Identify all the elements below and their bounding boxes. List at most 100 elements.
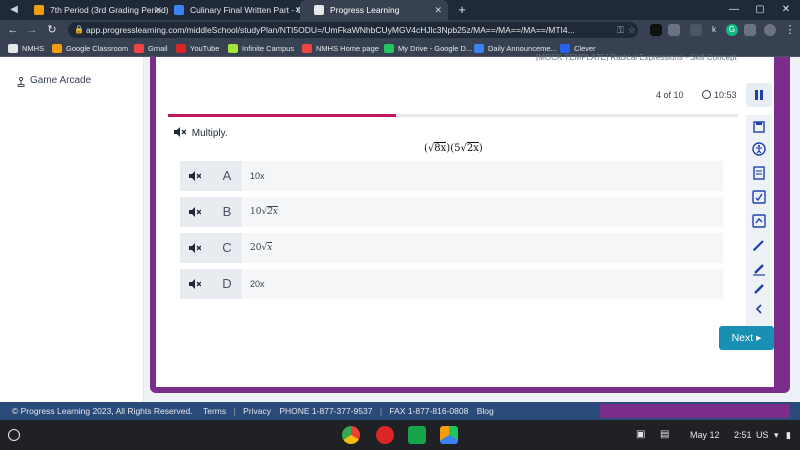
highlighter-icon[interactable] [751, 261, 767, 277]
extension-icon[interactable] [668, 24, 680, 36]
bookmark-star-icon[interactable]: ☆ [628, 22, 636, 38]
bookmark-google-classroom[interactable]: Google Classroom [52, 40, 128, 57]
campus-icon [228, 44, 238, 53]
date-text[interactable]: May 12 [690, 420, 720, 450]
answer-option-d[interactable]: D 20x [180, 269, 723, 299]
classroom-favicon-icon [34, 5, 44, 15]
locale-text[interactable]: US [756, 420, 769, 450]
joystick-icon [17, 77, 25, 87]
chrome-icon[interactable] [342, 426, 360, 444]
docs-icon [474, 44, 484, 53]
minimize-icon[interactable]: — [724, 0, 744, 20]
battery-icon[interactable]: ▮ [786, 420, 791, 450]
bookmark-gmail[interactable]: Gmail [134, 40, 168, 57]
speaker-mute-icon[interactable] [180, 269, 210, 299]
terms-link[interactable]: Terms [203, 406, 226, 416]
phone-text: PHONE 1-877-377-9537 [279, 406, 373, 416]
left-sidebar: Game Arcade [0, 57, 144, 402]
flag-icon[interactable] [751, 213, 767, 229]
youtube-icon [176, 44, 186, 53]
game-arcade-link[interactable]: Game Arcade [30, 75, 91, 86]
question-counter: 4 of 10 [656, 90, 684, 100]
bookmark-youtube[interactable]: YouTube [176, 40, 219, 57]
blog-link[interactable]: Blog [477, 406, 494, 416]
timer: 10:53 [702, 90, 737, 100]
footer-accent-bar [600, 404, 790, 418]
extension-icon[interactable] [650, 24, 662, 36]
app-icon[interactable] [376, 426, 394, 444]
bookmark-nmhs[interactable]: NMHS [8, 40, 44, 57]
extension-g-icon[interactable]: G [726, 24, 738, 36]
close-window-icon[interactable]: ✕ [776, 0, 796, 20]
classroom-icon [52, 44, 62, 53]
pause-button[interactable] [746, 83, 772, 107]
reload-icon[interactable]: ↻ [44, 22, 60, 38]
answer-letter: C [222, 240, 232, 255]
time-text[interactable]: 2:51 [734, 420, 752, 450]
page-content: Game Arcade [MOCK TEMPLATE] Radical Expr… [0, 53, 800, 402]
tab-strip: ◀ 7th Period (3rd Grading Period) ✕ Culi… [0, 0, 800, 20]
tab-progress-learning[interactable]: Progress Learning ✕ [300, 0, 448, 20]
browser-toolbar: ← → ↻ 🔒 app.progresslearning.com/middleS… [0, 20, 800, 40]
gmail-icon [134, 44, 144, 53]
answer-content[interactable]: 10√2x [242, 197, 723, 227]
site-footer: © Progress Learning 2023, All Rights Res… [0, 402, 800, 420]
tool-panel [746, 115, 772, 350]
speaker-mute-icon[interactable] [180, 197, 210, 227]
answer-content[interactable]: 20x [242, 269, 723, 299]
answer-content[interactable]: 10x [242, 161, 723, 191]
bookmark-nmhs-home[interactable]: NMHS Home page [302, 40, 379, 57]
clever-icon [560, 44, 570, 53]
screen-capture-icon[interactable]: ▣ [636, 420, 645, 450]
back-icon[interactable]: ← [5, 22, 21, 38]
next-button[interactable]: Next ▸ [719, 326, 774, 350]
drive-icon [384, 44, 394, 53]
tote-icon[interactable]: ▤ [660, 420, 669, 450]
notes-icon[interactable] [751, 165, 767, 181]
bookmark-my-drive[interactable]: My Drive - Google D... [384, 40, 472, 57]
close-tab-icon[interactable]: ✕ [434, 0, 442, 20]
speaker-mute-icon[interactable] [180, 233, 210, 263]
forward-icon[interactable]: → [24, 22, 40, 38]
eraser-icon[interactable] [751, 281, 767, 297]
question-prompt: Multiply. [174, 127, 228, 139]
password-key-icon[interactable]: ⚿ [617, 22, 624, 38]
extension-k-icon[interactable]: k [708, 24, 720, 36]
clock-icon [702, 90, 711, 99]
wifi-icon[interactable]: ▾ [774, 420, 779, 450]
play-store-icon[interactable] [440, 426, 458, 444]
answer-option-c[interactable]: C 20√x [180, 233, 723, 263]
profile-avatar[interactable] [764, 24, 776, 36]
privacy-link[interactable]: Privacy [243, 406, 271, 416]
extension-icon[interactable] [690, 24, 702, 36]
chevron-left-icon[interactable] [751, 301, 767, 317]
tab-culinary-final[interactable]: Culinary Final Written Part - Goo ✕ [160, 0, 308, 20]
annotate-icon[interactable] [751, 189, 767, 205]
save-icon[interactable] [751, 119, 767, 135]
address-bar[interactable]: 🔒 app.progresslearning.com/middleSchool/… [68, 22, 638, 38]
tab-7th-period[interactable]: 7th Period (3rd Grading Period) ✕ [20, 0, 168, 20]
answer-letter: B [222, 204, 232, 219]
extensions-puzzle-icon[interactable] [744, 24, 756, 36]
launcher-icon[interactable] [8, 429, 20, 441]
folder-icon [8, 44, 18, 53]
answer-content[interactable]: 20√x [242, 233, 723, 263]
classroom-app-icon[interactable] [408, 426, 426, 444]
new-tab-button[interactable]: + [454, 2, 470, 18]
pencil-icon[interactable] [751, 237, 767, 253]
kebab-menu-icon[interactable]: ⋮ [782, 22, 798, 38]
answer-option-b[interactable]: B 10√2x [180, 197, 723, 227]
answer-option-a[interactable]: A 10x [180, 161, 723, 191]
fax-text: FAX 1-877-816-0808 [389, 406, 469, 416]
accessibility-icon[interactable] [751, 141, 767, 157]
lock-icon: 🔒 [74, 25, 84, 34]
math-expression: (√8x)(5√2x) [424, 142, 483, 154]
forms-favicon-icon [174, 5, 184, 15]
speaker-mute-icon[interactable] [180, 161, 210, 191]
bookmark-infinite-campus[interactable]: Infinite Campus [228, 40, 294, 57]
maximize-icon[interactable]: ▢ [750, 0, 770, 20]
nmhs-icon [302, 44, 312, 53]
progress-bar-fill [168, 114, 396, 117]
speaker-mute-icon[interactable] [174, 127, 186, 137]
progress-learning-favicon-icon [314, 5, 324, 15]
